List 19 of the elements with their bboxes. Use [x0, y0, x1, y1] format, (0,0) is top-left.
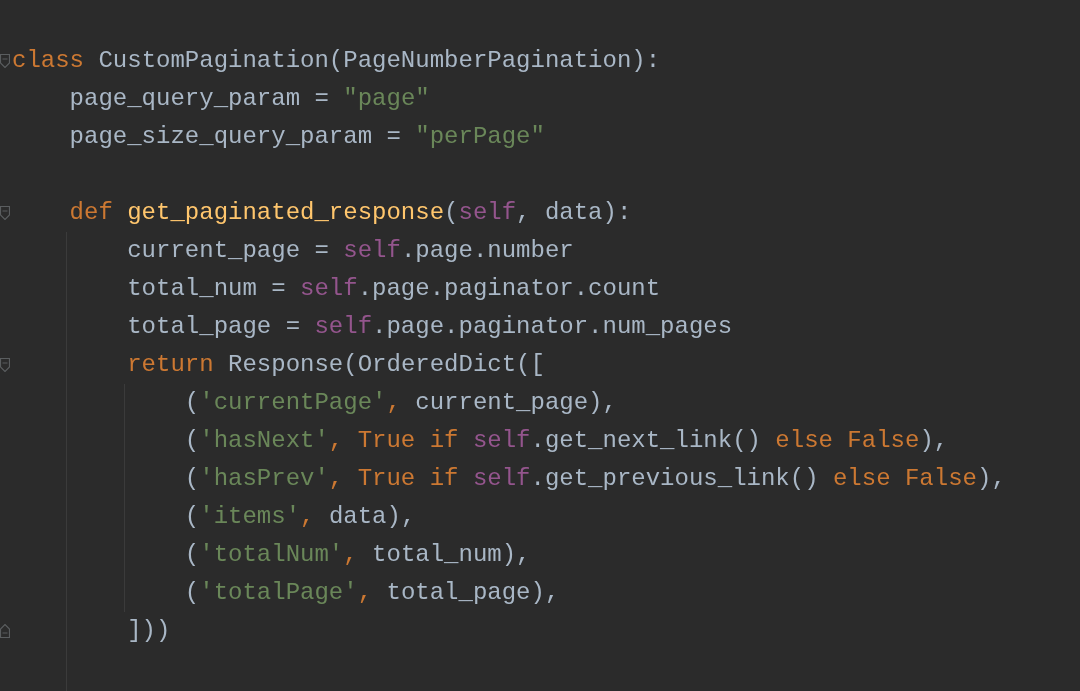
fold-icon[interactable]: [0, 206, 10, 220]
fold-icon[interactable]: [0, 358, 10, 372]
code-line: total_page = self.page.paginator.num_pages: [126, 312, 733, 342]
code-line: ('totalPage', total_page),: [183, 578, 560, 608]
code-line: page_size_query_param = "perPage": [68, 122, 545, 152]
code-line: ('currentPage', current_page),: [183, 388, 617, 418]
code-line: ('totalNum', total_num),: [183, 540, 531, 570]
code-line: page_query_param = "page": [68, 84, 430, 114]
code-line: return Response(OrderedDict([: [126, 350, 545, 380]
fold-icon[interactable]: [0, 54, 10, 68]
code-line: ('items', data),: [183, 502, 416, 532]
code-line: ])): [126, 616, 171, 646]
fold-icon[interactable]: [0, 624, 10, 638]
code-line: total_num = self.page.paginator.count: [126, 274, 661, 304]
code-line: class CustomPagination(PageNumberPagination):: [12, 46, 661, 76]
code-line: current_page = self.page.number: [126, 236, 574, 266]
code-line: def get_paginated_response(self, data):: [68, 198, 632, 228]
code-line: ('hasNext', True if self.get_next_link() else False),: [183, 426, 949, 456]
code-line: ('hasPrev', True if self.get_previous_link() else False),: [183, 464, 1006, 494]
